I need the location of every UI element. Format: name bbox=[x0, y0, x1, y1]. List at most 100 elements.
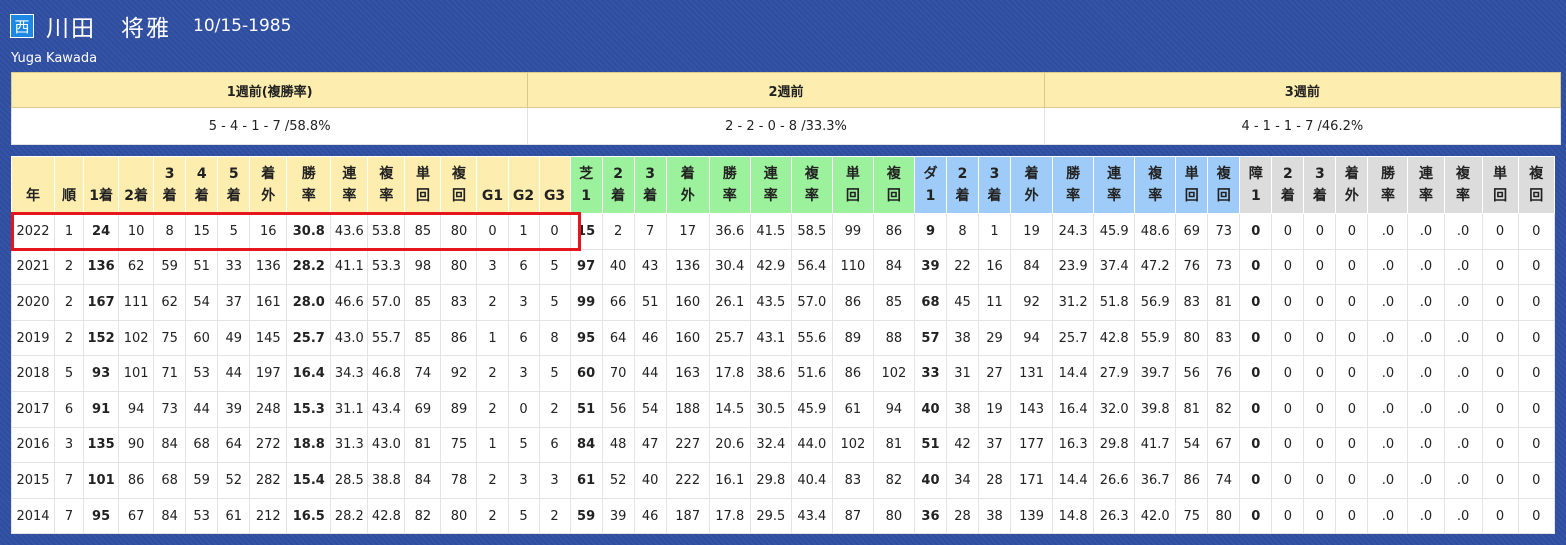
table-cell: 0 bbox=[1303, 213, 1337, 250]
col-header-line1: 連 bbox=[342, 165, 357, 182]
table-cell: 57.0 bbox=[790, 284, 833, 321]
table-cell: 84 bbox=[153, 497, 187, 535]
table-cell: 57.0 bbox=[367, 284, 406, 321]
table-cell: 0 bbox=[1517, 390, 1556, 428]
table-cell: 0 bbox=[507, 390, 540, 428]
table-cell: 30.4 bbox=[708, 248, 751, 286]
table-cell: 56 bbox=[1175, 355, 1209, 392]
table-cell: 83 bbox=[1207, 319, 1241, 357]
table-cell: 58.5 bbox=[790, 213, 833, 250]
table-cell: 8 bbox=[538, 319, 571, 357]
col-header-line1: 着 bbox=[261, 165, 276, 182]
table-cell: 41.5 bbox=[749, 213, 792, 250]
col-header-line1: 連 bbox=[1107, 165, 1122, 182]
table-cell: 26.3 bbox=[1093, 497, 1136, 535]
table-cell: 0 bbox=[1335, 284, 1369, 321]
table-cell: 83 bbox=[1175, 284, 1209, 321]
table-cell: 20.6 bbox=[708, 426, 751, 464]
table-cell: .0 bbox=[1367, 426, 1409, 464]
table-cell: 14.4 bbox=[1052, 462, 1095, 499]
table-cell: 64 bbox=[217, 426, 251, 464]
table-cell: 26.6 bbox=[1093, 462, 1136, 499]
table-cell: .0 bbox=[1367, 462, 1409, 499]
table-cell: 85 bbox=[872, 284, 915, 321]
table-cell: 51.8 bbox=[1093, 284, 1136, 321]
col-header-line2: 率 bbox=[763, 188, 778, 204]
table-cell: 59 bbox=[569, 497, 603, 535]
table-cell: 31 bbox=[945, 355, 980, 392]
table-cell: 16.4 bbox=[286, 355, 332, 392]
table-cell: 11 bbox=[978, 284, 1012, 321]
table-cell: 0 bbox=[1517, 213, 1556, 250]
table-cell: 0 bbox=[1481, 355, 1519, 392]
table-cell: 2014 bbox=[10, 497, 56, 535]
table-cell: 27 bbox=[978, 355, 1012, 392]
table-cell: 46 bbox=[633, 497, 667, 535]
table-cell: 68 bbox=[913, 284, 947, 321]
col-header-line2: 着 bbox=[955, 188, 970, 204]
col-header-35: 2着 bbox=[1271, 156, 1305, 214]
table-cell: 188 bbox=[665, 390, 710, 428]
table-cell: 43.4 bbox=[790, 497, 833, 535]
table-cell: 59 bbox=[153, 248, 187, 286]
table-cell: 80 bbox=[440, 497, 478, 535]
table-cell: 76 bbox=[1207, 355, 1241, 392]
col-header-line2: 率 bbox=[1148, 188, 1163, 204]
col-header-line1: 着 bbox=[680, 165, 695, 182]
col-header-line1: 2 bbox=[613, 165, 623, 182]
col-header-line1: 単 bbox=[845, 165, 860, 182]
table-cell: 73 bbox=[1207, 248, 1241, 286]
table-cell: 136 bbox=[665, 248, 710, 286]
col-header-line2: 回 bbox=[886, 188, 901, 204]
table-cell: 56 bbox=[601, 390, 635, 428]
table-cell: 160 bbox=[665, 284, 710, 321]
table-cell: 2 bbox=[476, 497, 509, 535]
table-cell: 177 bbox=[1010, 426, 1054, 464]
table-cell: 26.1 bbox=[708, 284, 751, 321]
col-header-line2: 外 bbox=[680, 188, 695, 204]
table-cell: 29.8 bbox=[749, 462, 792, 499]
table-cell: 5 bbox=[538, 284, 571, 321]
col-header-29: 勝率 bbox=[1052, 156, 1095, 214]
table-cell: 25.7 bbox=[286, 319, 332, 357]
table-cell: 55.9 bbox=[1134, 319, 1177, 357]
table-cell: 131 bbox=[1010, 355, 1054, 392]
table-cell: 16 bbox=[978, 248, 1012, 286]
table-cell: 33 bbox=[217, 248, 251, 286]
table-cell: 0 bbox=[1271, 390, 1305, 428]
table-cell: 15 bbox=[569, 213, 603, 250]
col-header-line2: G3 bbox=[543, 188, 566, 204]
table-cell: .0 bbox=[1367, 319, 1409, 357]
col-header-line1 bbox=[119, 163, 153, 185]
col-header-25: ダ1 bbox=[913, 156, 947, 214]
col-header-23: 単回 bbox=[831, 156, 874, 214]
table-cell: 86 bbox=[831, 355, 874, 392]
col-header-line2: 着 bbox=[643, 188, 658, 204]
table-cell: 42 bbox=[945, 426, 980, 464]
table-cell: 99 bbox=[831, 213, 874, 250]
table-cell: 2 bbox=[476, 355, 509, 392]
col-header-line1: 複 bbox=[1148, 165, 1163, 182]
col-header-line1: 勝 bbox=[722, 165, 737, 182]
table-cell: 67 bbox=[1207, 426, 1241, 464]
table-cell: 82 bbox=[1207, 390, 1241, 428]
table-cell: 69 bbox=[1175, 213, 1209, 250]
table-cell: 32.0 bbox=[1093, 390, 1136, 428]
col-header-26: 2着 bbox=[945, 156, 980, 214]
table-cell: .0 bbox=[1443, 462, 1483, 499]
table-cell: 94 bbox=[1010, 319, 1054, 357]
table-cell: 2018 bbox=[10, 355, 56, 392]
col-header-4: 3着 bbox=[153, 156, 187, 214]
table-cell: 7 bbox=[633, 213, 667, 250]
table-cell: 1 bbox=[507, 213, 540, 250]
col-header-line2: 着 bbox=[1280, 188, 1295, 204]
table-cell: 36.6 bbox=[708, 213, 751, 250]
table-cell: 0 bbox=[1481, 213, 1519, 250]
table-cell: 5 bbox=[507, 426, 540, 464]
table-cell: 7 bbox=[54, 497, 85, 535]
table-cell: 46.8 bbox=[367, 355, 406, 392]
table-cell: .0 bbox=[1367, 248, 1409, 286]
col-header-line2: 回 bbox=[1184, 188, 1199, 204]
table-cell: 84 bbox=[153, 426, 187, 464]
table-cell: 3 bbox=[476, 248, 509, 286]
